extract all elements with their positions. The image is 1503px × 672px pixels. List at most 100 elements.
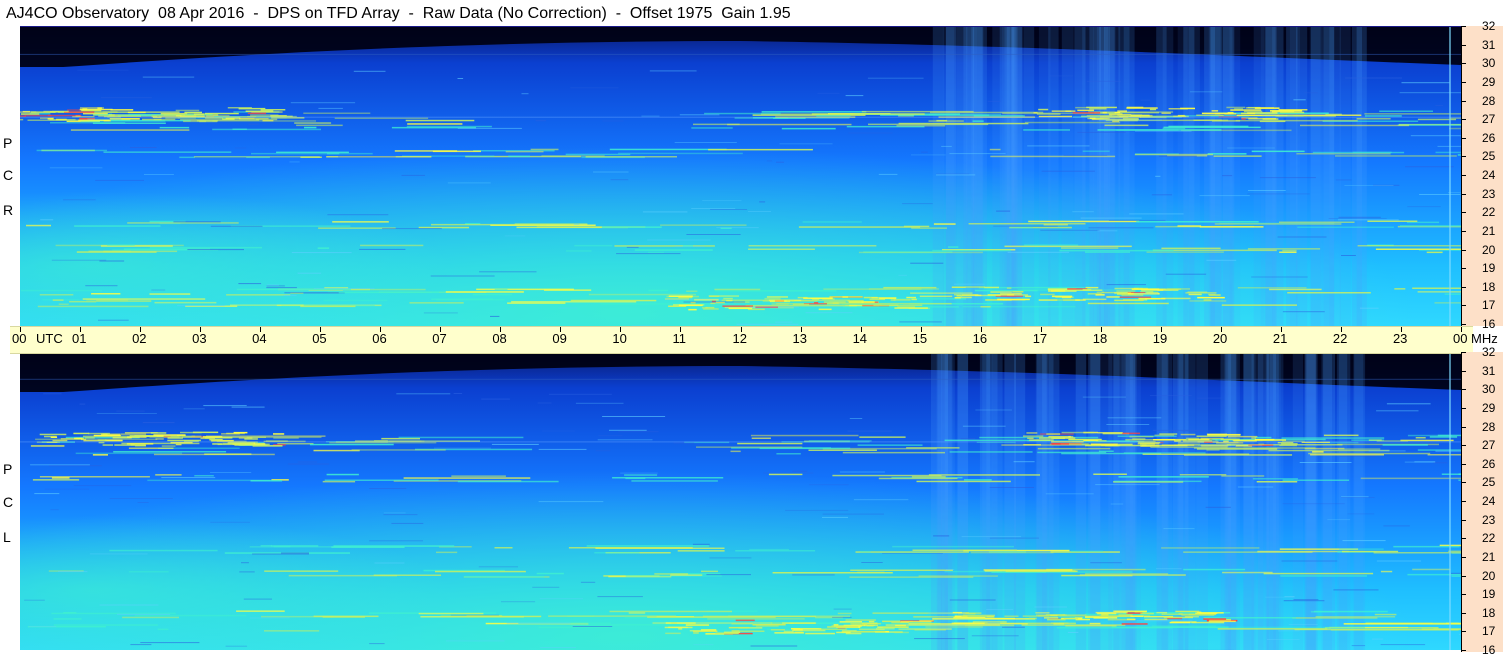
fine-line: [1149, 395, 1192, 397]
frequency-tick-label: 19: [1482, 587, 1496, 602]
fine-line: [1304, 92, 1318, 94]
fine-line: [808, 484, 849, 486]
signal-cluster: [153, 434, 186, 436]
signal-cluster: [1048, 435, 1071, 438]
signal-band: [1449, 117, 1461, 119]
fine-line: [572, 626, 613, 627]
signal-band: [457, 480, 559, 483]
signal-band: [1087, 302, 1169, 305]
frequency-tick-label: 28: [1482, 419, 1496, 434]
fine-line: [954, 283, 985, 285]
signal-band: [1256, 481, 1298, 483]
fine-line: [446, 640, 505, 642]
time-tick-label: 01: [72, 331, 87, 346]
fine-line: [996, 210, 1011, 212]
fine-line: [709, 557, 752, 559]
signal-band: [932, 249, 1011, 252]
time-tick-label: 06: [372, 331, 387, 346]
signal-band: [251, 152, 373, 155]
fine-line: [993, 225, 1058, 227]
frequency-tick: [1461, 631, 1466, 633]
signal-band: [418, 226, 470, 229]
fine-line: [79, 403, 86, 405]
signal-band: [1079, 574, 1186, 576]
fine-line: [1088, 227, 1154, 229]
rcp-letter-3: R: [3, 202, 14, 218]
fine-line: [1284, 596, 1295, 598]
signal-band: [595, 547, 725, 549]
signal-cluster: [678, 628, 683, 630]
signal-cluster: [882, 626, 909, 628]
fine-line: [1140, 99, 1151, 101]
fine-line: [620, 472, 658, 474]
signal-band: [1098, 450, 1114, 452]
signal-band: [1421, 628, 1461, 631]
fine-line: [504, 235, 526, 237]
signal-band: [1360, 477, 1461, 480]
signal-band: [1161, 247, 1221, 250]
fine-line: [936, 173, 970, 175]
fine-line: [44, 488, 90, 490]
signal-band: [26, 224, 51, 227]
signal-band: [1338, 548, 1384, 550]
time-tick-label: 21: [1272, 331, 1288, 346]
signal-cluster: [1206, 433, 1227, 435]
signal-cluster: [1186, 437, 1200, 440]
signal-cluster: [1126, 618, 1136, 621]
signal-band: [911, 476, 946, 478]
signal-band: [1310, 454, 1384, 456]
fine-line: [1222, 175, 1233, 177]
frequency-tick: [1461, 305, 1466, 307]
fine-line: [1072, 211, 1094, 213]
signal-band: [1023, 129, 1070, 131]
fine-line: [203, 405, 247, 407]
time-tick-label: 19: [1152, 331, 1168, 346]
signal-band: [53, 618, 82, 620]
signal-cluster: [1130, 114, 1153, 117]
signal-cluster: [1126, 107, 1158, 109]
fine-line: [327, 214, 389, 216]
fine-line: [1108, 219, 1166, 221]
fine-line: [597, 596, 643, 598]
signal-cluster: [1121, 623, 1148, 625]
signal-cluster: [1040, 293, 1055, 296]
fine-line: [100, 97, 152, 99]
signal-cluster: [954, 297, 961, 299]
signal-cluster: [221, 433, 240, 435]
signal-cluster: [252, 445, 283, 447]
signal-band: [1214, 223, 1342, 225]
signal-cluster: [723, 297, 733, 300]
fine-line: [1401, 82, 1450, 84]
signal-band: [58, 303, 69, 305]
fine-line: [538, 448, 587, 450]
signal-cluster: [766, 296, 788, 298]
signal-cluster: [1168, 108, 1188, 110]
signal-band: [1323, 434, 1359, 437]
fine-line: [792, 574, 835, 576]
signal-cluster: [193, 113, 205, 115]
signal-band: [936, 119, 948, 122]
signal-cluster: [1197, 296, 1225, 299]
fine-line: [853, 499, 909, 501]
signal-band: [53, 624, 158, 626]
fine-line: [1189, 91, 1223, 93]
fine-line: [537, 402, 552, 404]
signal-cluster: [1099, 615, 1131, 617]
signal-band: [154, 453, 275, 456]
signal-cluster: [900, 621, 932, 623]
frequency-tick: [1461, 230, 1466, 232]
signal-cluster: [73, 432, 90, 435]
signal-cluster: [852, 630, 886, 633]
fine-line: [161, 477, 216, 479]
signal-cluster: [1002, 298, 1026, 301]
signal-cluster: [1026, 432, 1038, 434]
fine-line: [647, 239, 711, 241]
fine-line: [1155, 175, 1161, 177]
fine-line: [1027, 145, 1090, 147]
signal-cluster: [1241, 118, 1246, 120]
fine-line: [1151, 194, 1172, 196]
signal-cluster: [1075, 299, 1086, 301]
frequency-tick-label: 20: [1482, 242, 1496, 257]
fine-line: [1383, 525, 1410, 527]
interference-streak: [1104, 27, 1115, 326]
